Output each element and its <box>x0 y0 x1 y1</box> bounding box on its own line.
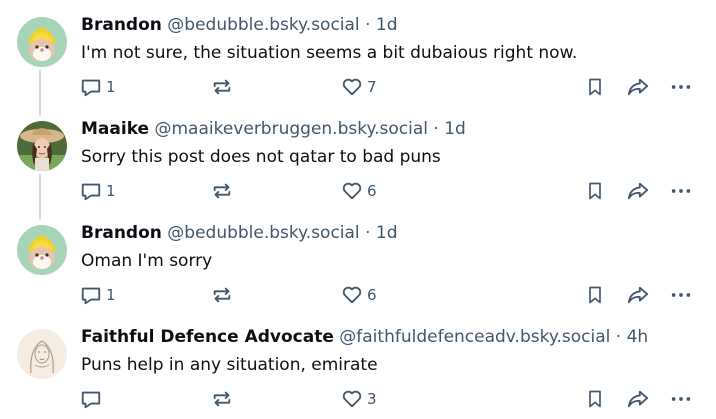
more-options-button[interactable] <box>670 178 692 204</box>
author-name[interactable]: Faithful Defence Advocate <box>81 327 334 347</box>
more-options-icon <box>670 284 692 306</box>
post[interactable]: Maaike @maaikeverbruggen.bsky.social · 1… <box>0 104 716 208</box>
share-icon <box>626 76 650 98</box>
repost-button[interactable] <box>211 386 233 412</box>
repost-icon <box>211 76 233 98</box>
heart-icon <box>341 388 363 410</box>
reply-button[interactable]: 1 <box>80 178 116 204</box>
reply-button[interactable] <box>80 386 106 412</box>
reply-icon <box>80 284 102 306</box>
share-button[interactable] <box>626 74 650 100</box>
avatar[interactable] <box>17 329 67 379</box>
author-handle[interactable]: @bedubble.bsky.social <box>167 223 359 243</box>
more-options-icon <box>670 388 692 410</box>
post-header: Maaike @maaikeverbruggen.bsky.social · 1… <box>81 117 466 141</box>
bookmark-icon <box>585 77 605 97</box>
post[interactable]: Brandon @bedubble.bsky.social · 1d I'm n… <box>0 0 716 104</box>
post-text: Puns help in any situation, emirate <box>81 355 378 375</box>
share-icon <box>626 180 650 202</box>
thread-line <box>39 208 41 220</box>
bookmark-button[interactable] <box>585 386 605 412</box>
avatar[interactable] <box>17 225 67 275</box>
post-time[interactable]: 1d <box>376 223 398 243</box>
share-button[interactable] <box>626 386 650 412</box>
reply-icon <box>80 76 102 98</box>
like-count: 3 <box>367 390 377 408</box>
like-count: 7 <box>367 78 377 96</box>
separator-dot: · <box>433 119 439 139</box>
post-text: Oman I'm sorry <box>81 251 213 271</box>
separator-dot: · <box>365 223 371 243</box>
post-time[interactable]: 1d <box>376 15 398 35</box>
like-button[interactable]: 7 <box>341 74 377 100</box>
more-options-button[interactable] <box>670 282 692 308</box>
avatar[interactable] <box>17 121 67 171</box>
bookmark-button[interactable] <box>585 74 605 100</box>
post-time[interactable]: 4h <box>627 327 649 347</box>
bookmark-button[interactable] <box>585 178 605 204</box>
separator-dot: · <box>365 15 371 35</box>
author-handle[interactable]: @faithfuldefenceadv.bsky.social <box>339 327 610 347</box>
reply-count: 1 <box>106 78 116 96</box>
reply-button[interactable]: 1 <box>80 74 116 100</box>
heart-icon <box>341 284 363 306</box>
post-text: Sorry this post does not qatar to bad pu… <box>81 147 441 167</box>
reply-icon <box>80 180 102 202</box>
like-button[interactable]: 6 <box>341 282 377 308</box>
repost-button[interactable] <box>211 74 233 100</box>
author-name[interactable]: Brandon <box>81 223 162 243</box>
heart-icon <box>341 180 363 202</box>
post-header: Brandon @bedubble.bsky.social · 1d <box>81 13 398 37</box>
like-button[interactable]: 6 <box>341 178 377 204</box>
share-icon <box>626 284 650 306</box>
author-name[interactable]: Maaike <box>81 119 149 139</box>
more-options-icon <box>670 76 692 98</box>
repost-button[interactable] <box>211 282 233 308</box>
share-button[interactable] <box>626 282 650 308</box>
avatar[interactable] <box>17 17 67 67</box>
post-actions: 3 <box>0 386 716 412</box>
author-name[interactable]: Brandon <box>81 15 162 35</box>
post-header: Brandon @bedubble.bsky.social · 1d <box>81 221 398 245</box>
repost-button[interactable] <box>211 178 233 204</box>
thread: Brandon @bedubble.bsky.social · 1d I'm n… <box>0 0 716 419</box>
post-text: I'm not sure, the situation seems a bit … <box>81 43 578 63</box>
share-button[interactable] <box>626 178 650 204</box>
post-header: Faithful Defence Advocate @faithfuldefen… <box>81 325 648 349</box>
post-actions: 1 6 <box>0 178 716 204</box>
post-time[interactable]: 1d <box>444 119 466 139</box>
reply-count: 1 <box>106 182 116 200</box>
separator-dot: · <box>615 327 622 347</box>
more-options-button[interactable] <box>670 386 692 412</box>
like-count: 6 <box>367 286 377 304</box>
repost-icon <box>211 284 233 306</box>
reply-icon <box>80 388 102 410</box>
post-actions: 1 7 <box>0 74 716 100</box>
like-button[interactable]: 3 <box>341 386 377 412</box>
bookmark-icon <box>585 285 605 305</box>
bookmark-icon <box>585 389 605 409</box>
bookmark-button[interactable] <box>585 282 605 308</box>
repost-icon <box>211 388 233 410</box>
bookmark-icon <box>585 181 605 201</box>
reply-button[interactable]: 1 <box>80 282 116 308</box>
post-actions: 1 6 <box>0 282 716 308</box>
author-handle[interactable]: @bedubble.bsky.social <box>167 15 359 35</box>
more-options-icon <box>670 180 692 202</box>
share-icon <box>626 388 650 410</box>
post[interactable]: Brandon @bedubble.bsky.social · 1d Oman … <box>0 208 716 312</box>
repost-icon <box>211 180 233 202</box>
post[interactable]: Faithful Defence Advocate @faithfuldefen… <box>0 312 716 416</box>
more-options-button[interactable] <box>670 74 692 100</box>
author-handle[interactable]: @maaikeverbruggen.bsky.social <box>154 119 428 139</box>
thread-line <box>39 104 41 116</box>
reply-count: 1 <box>106 286 116 304</box>
heart-icon <box>341 76 363 98</box>
like-count: 6 <box>367 182 377 200</box>
